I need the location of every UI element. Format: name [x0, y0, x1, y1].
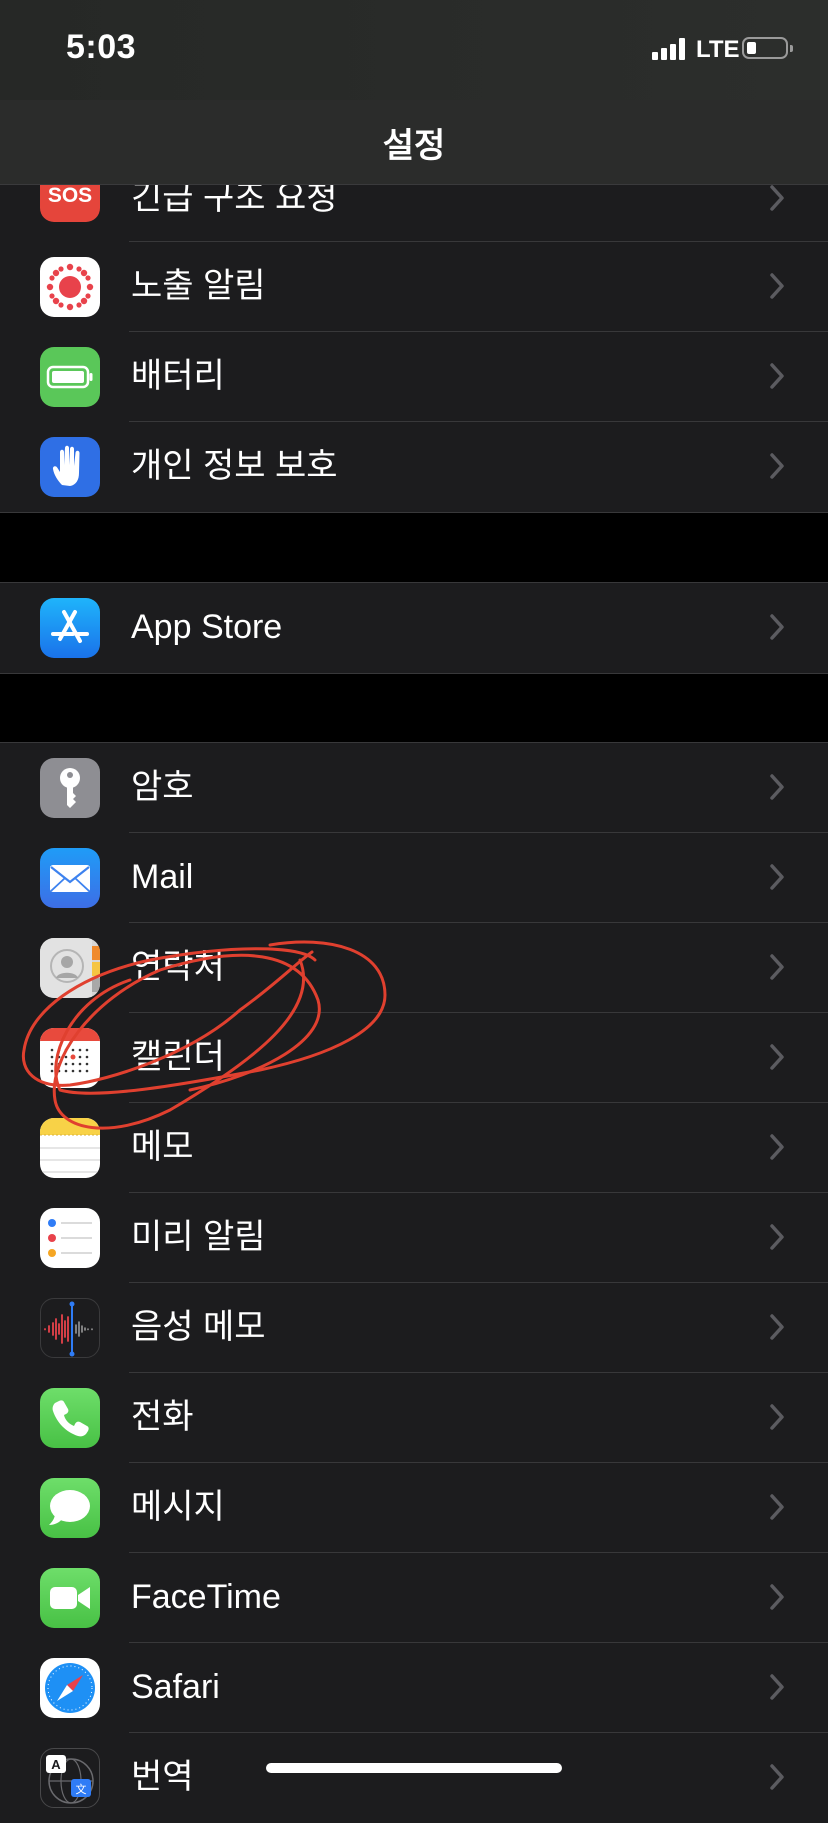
- settings-row-calendar[interactable]: 캘린더: [0, 1013, 828, 1103]
- chevron-right-icon: [770, 1314, 784, 1340]
- settings-row-label: 미리 알림: [131, 1218, 266, 1256]
- exposure-notification-icon: [40, 257, 100, 317]
- network-type: LTE: [696, 36, 740, 63]
- settings-row-app-store[interactable]: App Store: [0, 583, 828, 673]
- notes-icon: [40, 1118, 100, 1178]
- chevron-right-icon: [770, 363, 784, 389]
- facetime-icon: [40, 1568, 100, 1628]
- settings-row-voice-memos[interactable]: 음성 메모: [0, 1283, 828, 1373]
- mail-icon: [40, 848, 100, 908]
- settings-row-reminders[interactable]: 미리 알림: [0, 1193, 828, 1283]
- reminders-icon: [40, 1208, 100, 1268]
- settings-row-label: 캘린더: [131, 1038, 225, 1076]
- settings-row-passwords[interactable]: 암호: [0, 743, 828, 833]
- settings-row-mail[interactable]: Mail: [0, 833, 828, 923]
- settings-row-exposure[interactable]: 노출 알림: [0, 242, 828, 332]
- battery-status-icon: [742, 37, 793, 59]
- voice-memos-icon: [40, 1298, 100, 1358]
- chevron-right-icon: [770, 1494, 784, 1520]
- settings-row-phone[interactable]: 전화: [0, 1373, 828, 1463]
- settings-row-contacts[interactable]: 연락처: [0, 923, 828, 1013]
- chevron-right-icon: [770, 614, 784, 640]
- translate-icon: A 文: [40, 1748, 100, 1808]
- chevron-right-icon: [770, 1404, 784, 1430]
- chevron-right-icon: [770, 185, 784, 211]
- settings-row-label: 배터리: [131, 357, 225, 395]
- cellular-signal-icon: [652, 38, 692, 60]
- settings-row-label: 암호: [131, 768, 194, 806]
- chevron-right-icon: [770, 1044, 784, 1070]
- messages-icon: [40, 1478, 100, 1538]
- svg-text:SOS: SOS: [48, 184, 92, 207]
- settings-row-label: 연락처: [131, 948, 225, 986]
- contacts-icon: [40, 938, 100, 998]
- status-bar: 5:03 LTE: [0, 0, 828, 100]
- status-time: 5:03: [66, 28, 137, 66]
- chevron-right-icon: [770, 1584, 784, 1610]
- svg-text:A: A: [51, 1757, 61, 1772]
- battery-icon: [40, 347, 100, 407]
- settings-row-safari[interactable]: Safari: [0, 1643, 828, 1733]
- page-title: 설정: [382, 127, 446, 165]
- settings-row-notes[interactable]: 메모: [0, 1103, 828, 1193]
- home-indicator[interactable]: [266, 1763, 562, 1773]
- settings-list: SOS 긴급 구조 요청 노출 알림 배터리 개인 정보 보호 App Stor…: [0, 0, 828, 1823]
- settings-row-label: Mail: [131, 858, 194, 896]
- chevron-right-icon: [770, 1764, 784, 1790]
- settings-row-label: Safari: [131, 1668, 220, 1706]
- settings-row-label: 노출 알림: [131, 267, 266, 305]
- chevron-right-icon: [770, 954, 784, 980]
- chevron-right-icon: [770, 1134, 784, 1160]
- settings-group-2: App Store: [0, 582, 828, 674]
- settings-row-translate[interactable]: A 文 번역: [0, 1733, 828, 1823]
- key-icon: [40, 758, 100, 818]
- settings-row-label: 전화: [131, 1398, 194, 1436]
- settings-row-label: 메모: [131, 1128, 194, 1166]
- hand-icon: [40, 437, 100, 497]
- navigation-bar: 설정: [0, 100, 828, 185]
- settings-row-label: 음성 메모: [131, 1308, 266, 1346]
- chevron-right-icon: [770, 774, 784, 800]
- settings-row-label: 메시지: [131, 1488, 225, 1526]
- chevron-right-icon: [770, 273, 784, 299]
- settings-row-messages[interactable]: 메시지: [0, 1463, 828, 1553]
- settings-row-facetime[interactable]: FaceTime: [0, 1553, 828, 1643]
- calendar-icon: [40, 1028, 100, 1088]
- chevron-right-icon: [770, 1674, 784, 1700]
- chevron-right-icon: [770, 453, 784, 479]
- app-store-icon: [40, 598, 100, 658]
- settings-row-label: 개인 정보 보호: [131, 447, 338, 485]
- settings-row-label: App Store: [131, 608, 283, 646]
- settings-group-3: 암호 Mail 연락처 캘린더 메모 미리 알림 음성 메모 전화 메시지 Fa…: [0, 742, 828, 1823]
- settings-group-1: SOS 긴급 구조 요청 노출 알림 배터리 개인 정보 보호: [0, 142, 828, 513]
- phone-icon: [40, 1388, 100, 1448]
- chevron-right-icon: [770, 1224, 784, 1250]
- settings-row-privacy[interactable]: 개인 정보 보호: [0, 422, 828, 512]
- settings-row-label: 번역: [131, 1758, 194, 1796]
- chevron-right-icon: [770, 864, 784, 890]
- svg-text:文: 文: [76, 1782, 87, 1796]
- settings-row-label: FaceTime: [131, 1578, 281, 1616]
- settings-row-battery[interactable]: 배터리: [0, 332, 828, 422]
- safari-icon: [40, 1658, 100, 1718]
